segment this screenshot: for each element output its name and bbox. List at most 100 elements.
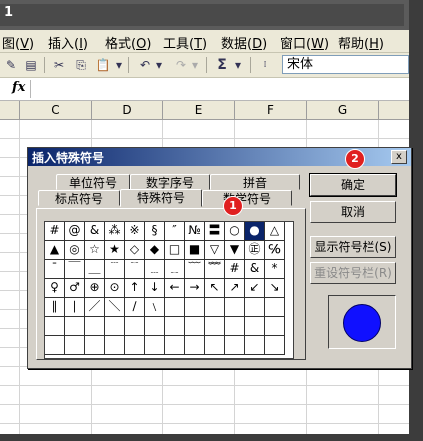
redo-dropdown-icon[interactable]: ▾	[190, 56, 200, 74]
menu-help[interactable]: 帮助(H)	[338, 33, 384, 52]
symbol-cell[interactable]: ○	[225, 222, 245, 241]
cancel-button[interactable]: 取消	[310, 201, 396, 223]
redo-icon[interactable]: ↷	[172, 56, 190, 74]
symbol-cell[interactable]: ■	[185, 241, 205, 260]
symbol-cell[interactable]	[185, 317, 205, 336]
symbol-cell[interactable]: ▼	[225, 241, 245, 260]
menu-insert[interactable]: 插入(I)	[48, 33, 88, 52]
symbol-cell[interactable]: 〓	[205, 222, 225, 241]
symbol-cell[interactable]	[265, 298, 285, 317]
symbol-cell[interactable]: ★	[105, 241, 125, 260]
symbol-cell[interactable]	[245, 336, 265, 355]
column-header-c[interactable]: C	[20, 101, 92, 119]
symbol-cell[interactable]	[145, 317, 165, 336]
symbol-cell[interactable]: ∕	[125, 298, 145, 317]
symbol-cell[interactable]: ﹨	[145, 298, 165, 317]
column-header-f[interactable]: F	[235, 101, 307, 119]
symbol-cell[interactable]	[125, 336, 145, 355]
undo-icon[interactable]: ↶	[136, 56, 154, 74]
symbol-cell[interactable]: ˉ	[45, 260, 65, 279]
close-icon[interactable]: x	[391, 150, 407, 164]
symbol-cell[interactable]: □	[165, 241, 185, 260]
symbol-cell[interactable]: ⁂	[105, 222, 125, 241]
symbol-cell[interactable]	[145, 336, 165, 355]
symbol-cell[interactable]	[165, 298, 185, 317]
symbol-cell[interactable]: ↗	[225, 279, 245, 298]
symbol-cell[interactable]: ∣	[65, 298, 85, 317]
symbol-cell[interactable]: ♂	[65, 279, 85, 298]
tab-number-sequence[interactable]: 数字序号	[130, 174, 210, 190]
symbol-cell[interactable]	[205, 298, 225, 317]
symbol-cell[interactable]	[245, 298, 265, 317]
autosum-icon[interactable]: Σ	[213, 56, 231, 74]
symbol-cell[interactable]: &	[245, 260, 265, 279]
symbol-cell[interactable]: ﹉	[105, 260, 125, 279]
symbol-cell[interactable]: #	[225, 260, 245, 279]
symbol-cell[interactable]: ↓	[145, 279, 165, 298]
symbol-cell[interactable]: ▲	[45, 241, 65, 260]
show-symbol-bar-button[interactable]: 显示符号栏(S)	[310, 236, 396, 258]
symbol-cell[interactable]: ￣	[65, 260, 85, 279]
symbol-cell[interactable]: ／	[85, 298, 105, 317]
symbol-cell[interactable]	[105, 317, 125, 336]
cut-icon[interactable]: ✂	[50, 56, 68, 74]
symbol-cell[interactable]: ☆	[85, 241, 105, 260]
symbol-cell[interactable]: ″	[165, 222, 185, 241]
insert-function-icon[interactable]: fx	[12, 80, 25, 95]
symbol-cell[interactable]: ㊣	[245, 241, 265, 260]
symbol-cell[interactable]: @	[65, 222, 85, 241]
symbol-cell[interactable]: ﹊	[125, 260, 145, 279]
symbol-cell[interactable]: ∥	[45, 298, 65, 317]
paste-icon[interactable]: 📋	[94, 56, 112, 74]
pen-icon[interactable]: ✎	[2, 56, 20, 74]
symbol-cell[interactable]: ﹌	[205, 260, 225, 279]
symbol-cell[interactable]	[65, 336, 85, 355]
column-header-e[interactable]: E	[163, 101, 235, 119]
tab-math-symbols[interactable]: 数学符号	[202, 190, 292, 206]
symbol-cell[interactable]: ↖	[205, 279, 225, 298]
symbol-cell[interactable]: ▽	[205, 241, 225, 260]
symbol-cell[interactable]: ※	[125, 222, 145, 241]
symbol-cell[interactable]: △	[265, 222, 285, 241]
symbol-cell[interactable]	[225, 298, 245, 317]
symbol-cell[interactable]	[45, 336, 65, 355]
menu-format[interactable]: 格式(O)	[105, 33, 151, 52]
symbol-cell[interactable]: ↙	[245, 279, 265, 298]
symbol-cell-selected[interactable]: ●	[245, 222, 265, 241]
symbol-cell[interactable]: ＼	[105, 298, 125, 317]
symbol-cell[interactable]	[225, 317, 245, 336]
symbol-cell[interactable]: ⊙	[105, 279, 125, 298]
symbol-cell[interactable]	[265, 317, 285, 336]
symbol-cell[interactable]: #	[45, 222, 65, 241]
symbol-cell[interactable]	[85, 317, 105, 336]
autosum-dropdown-icon[interactable]: ▾	[233, 56, 243, 74]
tab-special-symbols[interactable]: 特殊符号	[120, 189, 202, 207]
symbol-cell[interactable]	[265, 336, 285, 355]
symbol-cell[interactable]: ﹍	[145, 260, 165, 279]
symbol-cell[interactable]	[185, 298, 205, 317]
symbol-cell[interactable]: ℅	[265, 241, 285, 260]
menu-data[interactable]: 数据(D)	[221, 33, 267, 52]
symbol-cell[interactable]: №	[185, 222, 205, 241]
symbol-cell[interactable]	[165, 336, 185, 355]
symbol-cell[interactable]: →	[185, 279, 205, 298]
menu-tools[interactable]: 工具(T)	[163, 33, 207, 52]
symbol-cell[interactable]	[165, 317, 185, 336]
symbol-cell[interactable]: ＿	[85, 260, 105, 279]
symbol-cell[interactable]	[85, 336, 105, 355]
menu-view[interactable]: 图(V)	[2, 33, 34, 52]
symbol-cell[interactable]: ↘	[265, 279, 285, 298]
copy-icon[interactable]: ⎘	[72, 56, 90, 74]
symbol-cell[interactable]	[225, 336, 245, 355]
symbol-cell[interactable]: ◆	[145, 241, 165, 260]
symbol-cell[interactable]	[45, 317, 65, 336]
tab-punctuation[interactable]: 标点符号	[38, 190, 120, 206]
symbol-cell[interactable]: ←	[165, 279, 185, 298]
menu-window[interactable]: 窗口(W)	[280, 33, 329, 52]
symbol-cell[interactable]	[105, 336, 125, 355]
column-header-g[interactable]: G	[307, 101, 379, 119]
tab-pinyin[interactable]: 拼音	[210, 174, 300, 190]
symbol-cell[interactable]: ﹋	[185, 260, 205, 279]
tab-unit-symbols[interactable]: 单位符号	[56, 174, 130, 190]
symbol-cell[interactable]: ﹎	[165, 260, 185, 279]
